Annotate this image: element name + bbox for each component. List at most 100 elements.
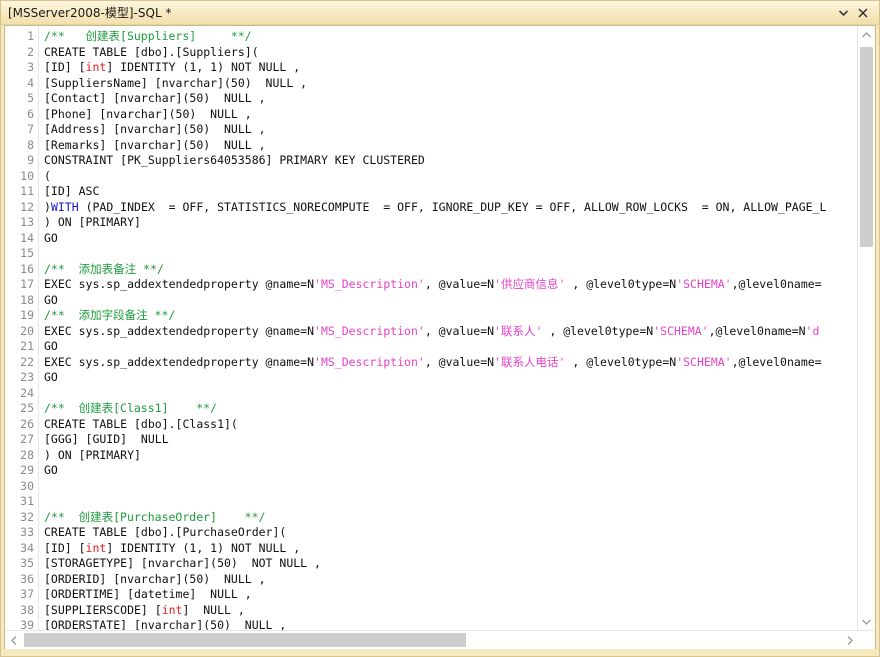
code-line[interactable]: EXEC sys.sp_addextendedproperty @name=N'… <box>44 277 857 293</box>
scroll-down-icon[interactable] <box>858 613 875 630</box>
code-token: ,@level0name=N <box>708 323 806 338</box>
code-token: [Remarks] [nvarchar](50) NULL , <box>44 137 266 152</box>
editor-shell: 1 2 3 4 5 6 7 8 9 10 11 12 13 14 15 16 17 18 19 20 21 22 23 24 2… <box>4 25 876 649</box>
scroll-right-icon[interactable] <box>841 631 858 649</box>
chevron-down-icon[interactable] <box>837 6 850 20</box>
code-token: ] NULL , <box>182 602 245 617</box>
code-line[interactable]: [Contact] [nvarchar](50) NULL , <box>44 91 857 107</box>
code-line[interactable] <box>44 246 857 262</box>
scroll-left-icon[interactable] <box>5 631 22 649</box>
line-number: 5 <box>27 91 34 105</box>
code-token: [ID] [ <box>44 60 86 74</box>
code-line[interactable]: [ORDERSTATE] [nvarchar](50) NULL , <box>44 618 857 630</box>
code-line[interactable]: )WITH (PAD_INDEX = OFF, STATISTICS_NOREC… <box>44 200 857 216</box>
code-token: [Contact] [nvarchar](50) NULL , <box>44 91 266 105</box>
code-line[interactable]: ) ON [PRIMARY] <box>44 448 857 464</box>
code-line[interactable]: CREATE TABLE [dbo].[Suppliers]( <box>44 45 857 61</box>
line-number: 34 <box>20 540 34 555</box>
code-token: 'SCHEMA' <box>676 277 732 291</box>
code-token: [ORDERSTATE] [nvarchar](50) NULL , <box>44 618 287 630</box>
code-line[interactable]: GO <box>44 231 857 247</box>
line-number: 18 <box>20 292 34 307</box>
code-editor[interactable]: 1 2 3 4 5 6 7 8 9 10 11 12 13 14 15 16 17 18 19 20 21 22 23 24 2… <box>5 26 857 630</box>
code-line[interactable]: [SUPPLIERSCODE] [int] NULL , <box>44 603 857 619</box>
code-line[interactable]: [Phone] [nvarchar](50) NULL , <box>44 107 857 123</box>
line-number: 15 <box>20 246 34 260</box>
code-line[interactable]: GO <box>44 463 857 479</box>
vertical-scroll-track[interactable] <box>858 43 875 613</box>
code-token: , @value=N <box>424 323 495 338</box>
code-token: GO <box>44 339 58 353</box>
code-token: '供应商信息' <box>494 277 566 291</box>
line-number: 1 <box>27 29 34 43</box>
vertical-scrollbar[interactable] <box>857 26 875 630</box>
code-token: EXEC sys.sp_addextendedproperty @name=N <box>44 323 315 338</box>
code-line[interactable]: [SuppliersName] [nvarchar](50) NULL , <box>44 76 857 92</box>
code-token: , @value=N <box>424 354 495 369</box>
code-token: [GGG] [GUID] NULL <box>44 432 169 446</box>
code-line[interactable]: CONSTRAINT [PK_Suppliers64053586] PRIMAR… <box>44 153 857 169</box>
code-token: ] IDENTITY (1, 1) NOT NULL , <box>106 540 301 555</box>
code-token: [ORDERID] [nvarchar](50) NULL , <box>44 571 266 586</box>
close-icon[interactable] <box>856 6 869 20</box>
code-token: '联系人电话' <box>494 354 566 369</box>
code-token: GO <box>44 292 58 307</box>
code-token: (PAD_INDEX = OFF, STATISTICS_NORECOMPUTE… <box>78 199 827 214</box>
code-line[interactable]: EXEC sys.sp_addextendedproperty @name=N '… <box>44 324 857 340</box>
code-token: GO <box>44 463 58 477</box>
code-token: /** 添加字段备注 **/ <box>44 308 176 322</box>
code-line[interactable]: GO <box>44 293 857 309</box>
code-line[interactable]: ( <box>44 169 857 185</box>
code-token: ) ON [PRIMARY] <box>44 215 141 229</box>
code-line[interactable]: [ID] [int] IDENTITY (1, 1) NOT NULL , <box>44 60 857 76</box>
line-number: 29 <box>20 463 34 477</box>
code-line[interactable]: [ID] ASC <box>44 184 857 200</box>
code-line[interactable]: /** 添加表备注 **/ <box>44 262 857 278</box>
line-number: 7 <box>27 122 34 136</box>
code-line[interactable]: EXEC sys.sp_addextendedproperty @name=N'… <box>44 355 857 371</box>
line-number: 25 <box>20 401 34 415</box>
line-number: 14 <box>20 230 34 245</box>
code-token: GO <box>44 230 58 245</box>
code-line[interactable]: ) ON [PRIMARY] <box>44 215 857 231</box>
code-line[interactable]: /** 添加字段备注 **/ <box>44 308 857 324</box>
vertical-scroll-thumb[interactable] <box>860 47 873 247</box>
code-text[interactable]: /** 创建表[Suppliers] **/CREATE TABLE [dbo]… <box>39 26 857 630</box>
code-line[interactable]: [ORDERTIME] [datetime] NULL , <box>44 587 857 603</box>
code-line[interactable] <box>44 386 857 402</box>
code-line[interactable] <box>44 494 857 510</box>
code-line[interactable]: [Remarks] [nvarchar](50) NULL , <box>44 138 857 154</box>
code-line[interactable]: GO <box>44 370 857 386</box>
code-line[interactable]: CREATE TABLE [dbo].[Class1]( <box>44 417 857 433</box>
code-token: [SuppliersName] [nvarchar](50) NULL , <box>44 75 308 90</box>
code-token: [ORDERTIME] [datetime] NULL , <box>44 587 252 601</box>
horizontal-scroll-track[interactable] <box>22 631 841 649</box>
code-line[interactable]: GO <box>44 339 857 355</box>
code-line[interactable]: [STORAGETYPE] [nvarchar](50) NOT NULL , <box>44 556 857 572</box>
code-token: ) <box>44 199 51 214</box>
line-number: 38 <box>20 602 34 617</box>
code-line[interactable]: [ORDERID] [nvarchar](50) NULL , <box>44 572 857 588</box>
code-line[interactable] <box>44 479 857 495</box>
line-number: 39 <box>20 618 34 630</box>
window-bottom-strip <box>1 649 879 656</box>
line-number: 19 <box>20 308 34 322</box>
code-token: /** 创建表[Class1] **/ <box>44 401 217 415</box>
code-token: , @value=N <box>424 277 495 291</box>
code-token: 'd <box>805 323 820 338</box>
code-token: ] IDENTITY (1, 1) NOT NULL , <box>106 60 301 74</box>
scroll-up-icon[interactable] <box>858 26 875 43</box>
code-line[interactable]: /** 创建表[PurchaseOrder] **/ <box>44 510 857 526</box>
code-line[interactable]: [GGG] [GUID] NULL <box>44 432 857 448</box>
sql-editor-window: [MSServer2008-模型]-SQL * 1 2 3 4 5 6 7 8 9 10 11 12 1… <box>0 0 880 657</box>
horizontal-scroll-thumb[interactable] <box>24 633 466 647</box>
editor-row: 1 2 3 4 5 6 7 8 9 10 11 12 13 14 15 16 17 18 19 20 21 22 23 24 2… <box>5 26 875 630</box>
code-line[interactable]: [ID] [int] IDENTITY (1, 1) NOT NULL , <box>44 541 857 557</box>
code-line[interactable]: /** 创建表[Class1] **/ <box>44 401 857 417</box>
code-line[interactable]: CREATE TABLE [dbo].[PurchaseOrder]( <box>44 525 857 541</box>
code-line[interactable]: /** 创建表[Suppliers] **/ <box>44 29 857 45</box>
code-line[interactable]: [Address] [nvarchar](50) NULL , <box>44 122 857 138</box>
line-number: 37 <box>20 587 34 601</box>
code-token: WITH <box>50 199 79 214</box>
horizontal-scrollbar[interactable] <box>5 630 875 649</box>
